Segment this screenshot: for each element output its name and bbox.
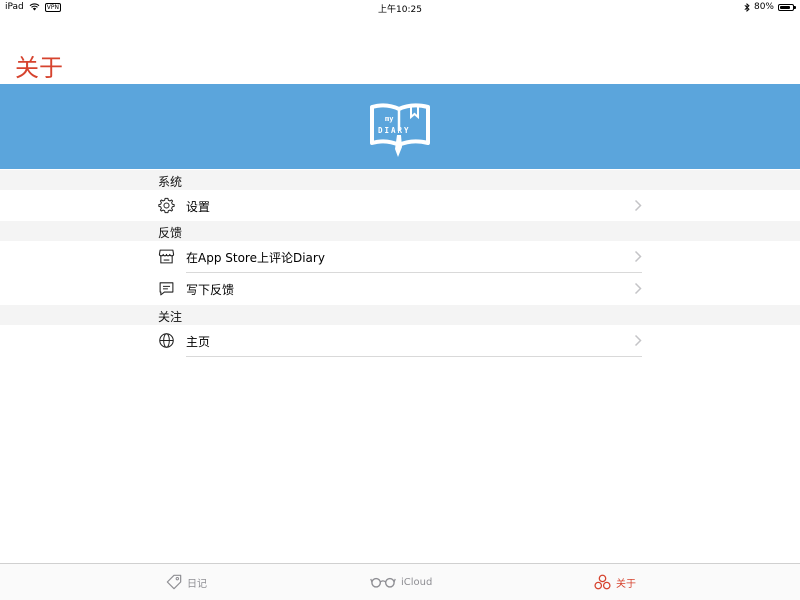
globe-icon [159, 333, 174, 348]
section-header-system: 系统 [0, 170, 800, 190]
settings-row[interactable]: 设置 [0, 190, 800, 221]
rate-app-row[interactable]: 在App Store上评论Diary [0, 241, 800, 272]
tab-diary-label: 日记 [187, 578, 207, 590]
diary-logo: my DIARY [370, 103, 430, 157]
homepage-row[interactable]: 主页 [0, 325, 800, 356]
tab-about[interactable]: 关于 [594, 564, 636, 600]
chevron-right-icon [634, 199, 642, 212]
glasses-icon [370, 577, 396, 588]
circles-icon [594, 574, 611, 590]
tag-icon [166, 574, 182, 590]
chevron-right-icon [634, 334, 642, 347]
store-icon [158, 249, 175, 264]
section-header-follow: 关注 [0, 305, 800, 325]
gear-icon [158, 197, 175, 214]
tab-diary[interactable]: 日记 [166, 564, 207, 600]
row-separator [186, 356, 642, 357]
section-title-system: 系统 [158, 175, 183, 189]
chevron-right-icon [634, 250, 642, 263]
section-header-feedback: 反馈 [0, 221, 800, 241]
status-bar: iPad VPN 上午10:25 80% [0, 0, 800, 15]
clock: 上午10:25 [378, 5, 422, 15]
tab-bar: 日记 iCloud 关于 [0, 563, 800, 600]
section-title-feedback: 反馈 [158, 226, 183, 240]
bluetooth-icon [744, 2, 750, 12]
tab-about-label: 关于 [616, 578, 636, 590]
battery-icon [778, 3, 796, 11]
settings-label: 设置 [186, 200, 211, 214]
tab-icloud[interactable]: iCloud [370, 564, 432, 600]
write-feedback-row[interactable]: 写下反馈 [0, 273, 800, 304]
tab-icloud-label: iCloud [401, 576, 433, 588]
message-icon [159, 282, 174, 296]
page-title: 关于 [15, 54, 63, 82]
battery-level [780, 5, 790, 9]
section-title-follow: 关注 [158, 310, 183, 324]
battery-percent: 80% [753, 2, 774, 12]
logo-text-my: my [385, 115, 394, 123]
write-feedback-label: 写下反馈 [186, 283, 235, 297]
homepage-label: 主页 [186, 335, 211, 349]
status-right: 80% [744, 2, 796, 12]
rate-app-label: 在App Store上评论Diary [186, 251, 325, 265]
chevron-right-icon [634, 282, 642, 295]
logo-text-diary: DIARY [378, 126, 411, 135]
